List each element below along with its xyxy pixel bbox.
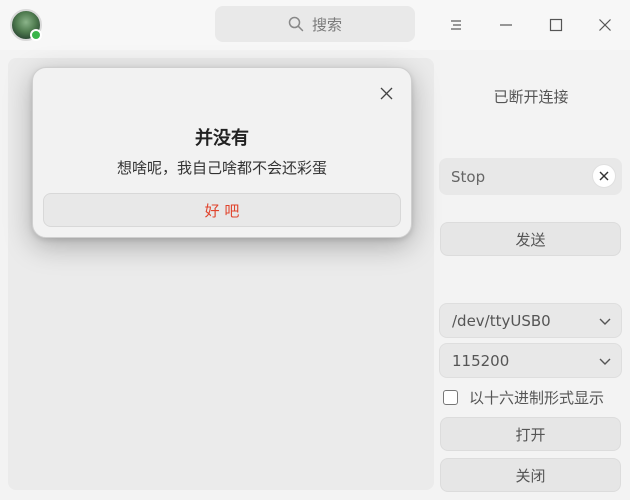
hex-display-option[interactable]: 以十六进制形式显示 <box>443 386 628 408</box>
close-port-button[interactable]: 关闭 <box>440 458 621 492</box>
search-icon <box>288 16 304 32</box>
send-button[interactable]: 发送 <box>440 222 621 256</box>
menu-icon <box>451 20 461 30</box>
close-window-button[interactable] <box>588 8 622 42</box>
app-icon[interactable] <box>10 9 42 41</box>
baud-select[interactable]: 115200 <box>439 343 622 378</box>
minimize-icon <box>500 24 512 26</box>
connection-status: 已断开连接 <box>493 88 569 106</box>
hex-checkbox-label: 以十六进制形式显示 <box>469 388 605 407</box>
port-select[interactable]: /dev/ttyUSB0 <box>439 303 622 338</box>
dialog-close-button[interactable] <box>377 84 395 102</box>
close-icon <box>380 87 392 99</box>
message-dialog: 并没有 想啥呢，我自己啥都不会还彩蛋 好 吧 <box>32 67 412 238</box>
status-badge-icon <box>30 29 42 41</box>
clear-icon <box>599 171 609 181</box>
search-input[interactable]: 搜索 <box>215 6 415 42</box>
minimize-button[interactable] <box>489 8 523 42</box>
port-select-value: /dev/ttyUSB0 <box>452 311 551 330</box>
maximize-icon <box>549 18 563 32</box>
send-input-value: Stop <box>451 167 486 186</box>
maximize-button[interactable] <box>539 8 573 42</box>
title-bar: 搜索 <box>0 0 630 50</box>
search-placeholder: 搜索 <box>311 15 342 34</box>
close-icon <box>599 19 611 31</box>
app-window: 搜索 已断开连接 Stop 发送 /dev/ttyUSB0 115200 以十六… <box>0 0 630 500</box>
send-input[interactable]: Stop <box>439 158 622 195</box>
dialog-confirm-button[interactable]: 好 吧 <box>43 193 401 227</box>
baud-select-value: 115200 <box>452 351 510 370</box>
hex-checkbox[interactable] <box>443 389 458 405</box>
dialog-message: 想啥呢，我自己啥都不会还彩蛋 <box>116 159 327 177</box>
chevron-down-icon <box>599 318 611 325</box>
chevron-down-icon <box>599 358 611 365</box>
menu-button[interactable] <box>439 8 473 42</box>
clear-input-button[interactable] <box>592 164 616 188</box>
open-port-button[interactable]: 打开 <box>440 417 621 451</box>
dialog-title: 并没有 <box>195 128 249 149</box>
